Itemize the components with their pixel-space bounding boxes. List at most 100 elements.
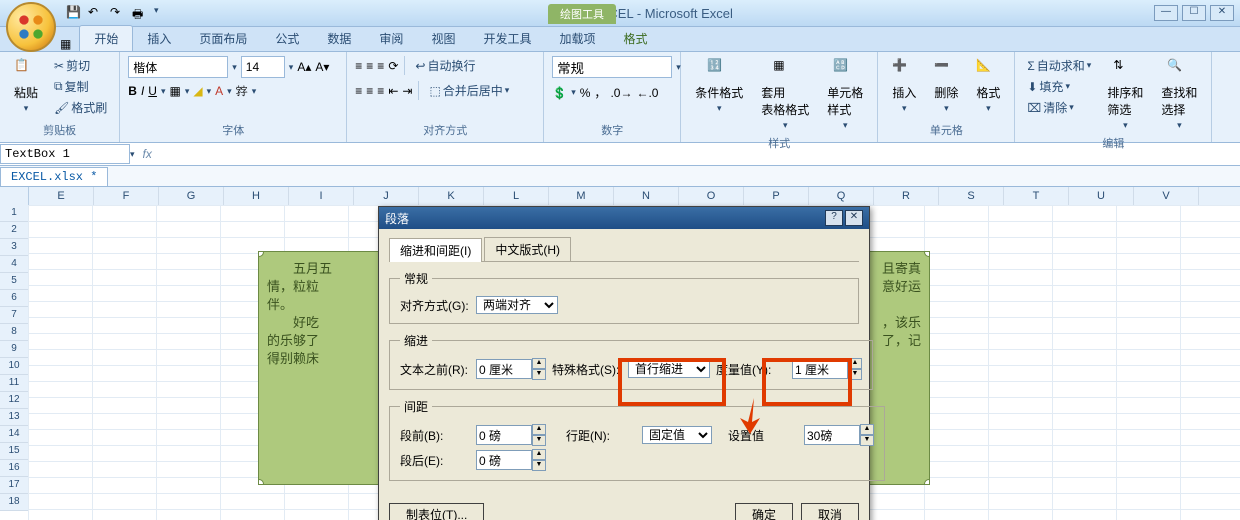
align-top-icon[interactable]: ≡	[355, 59, 362, 73]
spin-down-icon[interactable]: ▼	[532, 369, 546, 380]
resize-handle[interactable]	[258, 251, 264, 257]
dialog-close-button[interactable]: ✕	[845, 210, 863, 226]
row-header[interactable]: 5	[0, 273, 29, 290]
resize-handle[interactable]	[924, 251, 930, 257]
inc-decimal-icon[interactable]: .0→	[610, 86, 632, 100]
dialog-titlebar[interactable]: 段落 ? ✕	[379, 207, 869, 229]
column-header[interactable]: I	[289, 187, 354, 205]
indent-inc-icon[interactable]: ⇥	[402, 84, 412, 98]
clear-button[interactable]: ⌧清除▾	[1023, 98, 1095, 117]
row-header[interactable]: 17	[0, 477, 29, 494]
ribbon-file-icon[interactable]: ▦	[60, 37, 71, 51]
redo-icon[interactable]: ↷	[110, 5, 126, 21]
before-para-input[interactable]	[476, 425, 532, 445]
dialog-help-button[interactable]: ?	[825, 210, 843, 226]
spin-up-icon[interactable]: ▲	[532, 449, 546, 460]
cond-format-button[interactable]: 🔢条件格式▾	[689, 56, 749, 116]
table-format-button[interactable]: ▦套用 表格格式▾	[755, 56, 815, 133]
underline-button[interactable]: U	[148, 84, 157, 98]
column-header[interactable]: M	[549, 187, 614, 205]
row-header[interactable]: 18	[0, 494, 29, 511]
tab-data[interactable]: 数据	[313, 26, 365, 51]
print-icon[interactable]: 🖶	[132, 5, 148, 21]
column-header[interactable]: V	[1134, 187, 1199, 205]
row-header[interactable]: 2	[0, 222, 29, 239]
qat-dropdown-icon[interactable]: ▾	[154, 5, 170, 21]
bold-button[interactable]: B	[128, 84, 137, 98]
row-header[interactable]: 3	[0, 239, 29, 256]
measure-input[interactable]	[792, 359, 848, 379]
spin-up-icon[interactable]: ▲	[532, 424, 546, 435]
tab-chinese-layout[interactable]: 中文版式(H)	[484, 237, 571, 261]
spin-down-icon[interactable]: ▼	[848, 369, 862, 380]
cut-button[interactable]: ✂剪切	[50, 56, 111, 75]
tab-layout[interactable]: 页面布局	[185, 26, 261, 51]
spin-down-icon[interactable]: ▼	[532, 435, 546, 446]
align-right-icon[interactable]: ≡	[377, 84, 384, 98]
column-header[interactable]: P	[744, 187, 809, 205]
fill-button[interactable]: ⬇填充▾	[1023, 77, 1095, 96]
row-header[interactable]: 4	[0, 256, 29, 273]
delete-cells-button[interactable]: ➖删除▾	[928, 56, 964, 116]
column-header[interactable]: Q	[809, 187, 874, 205]
tab-view[interactable]: 视图	[417, 26, 469, 51]
resize-handle[interactable]	[924, 479, 930, 485]
minimize-button[interactable]: —	[1154, 5, 1178, 21]
column-header[interactable]: E	[29, 187, 94, 205]
fx-icon[interactable]: fx	[135, 147, 160, 161]
align-bottom-icon[interactable]: ≡	[377, 59, 384, 73]
maximize-button[interactable]: ☐	[1182, 5, 1206, 21]
name-box[interactable]	[0, 144, 130, 164]
column-header[interactable]: L	[484, 187, 549, 205]
column-header[interactable]: G	[159, 187, 224, 205]
font-size-select[interactable]	[241, 56, 285, 78]
after-para-input[interactable]	[476, 450, 532, 470]
column-header[interactable]: J	[354, 187, 419, 205]
row-header[interactable]: 10	[0, 358, 29, 375]
tab-indent-spacing[interactable]: 缩进和间距(I)	[389, 238, 482, 262]
italic-button[interactable]: I	[141, 84, 144, 98]
dec-decimal-icon[interactable]: ←.0	[636, 86, 658, 100]
save-icon[interactable]: 💾	[66, 5, 82, 21]
row-header[interactable]: 7	[0, 307, 29, 324]
percent-icon[interactable]: %	[580, 86, 591, 100]
insert-cells-button[interactable]: ➕插入▾	[886, 56, 922, 116]
number-format-select[interactable]	[552, 56, 672, 78]
tab-formula[interactable]: 公式	[261, 26, 313, 51]
row-header[interactable]: 16	[0, 460, 29, 477]
spin-down-icon[interactable]: ▼	[860, 435, 874, 446]
row-header[interactable]: 13	[0, 409, 29, 426]
cancel-button[interactable]: 取消	[801, 503, 859, 520]
undo-icon[interactable]: ↶	[88, 5, 104, 21]
alignment-select[interactable]: 两端对齐	[476, 296, 558, 314]
paste-button[interactable]: 📋 粘贴 ▾	[8, 56, 44, 116]
tab-addins[interactable]: 加载项	[545, 26, 609, 51]
row-header[interactable]: 9	[0, 341, 29, 358]
align-center-icon[interactable]: ≡	[366, 84, 373, 98]
row-header[interactable]: 1	[0, 205, 29, 222]
chevron-down-icon[interactable]: ▾	[289, 62, 294, 73]
column-header[interactable]: K	[419, 187, 484, 205]
special-select[interactable]: 首行缩进	[628, 360, 710, 378]
currency-icon[interactable]: 💲	[552, 86, 567, 100]
line-spacing-select[interactable]: 固定值	[642, 426, 712, 444]
column-header[interactable]: F	[94, 187, 159, 205]
column-header[interactable]: S	[939, 187, 1004, 205]
increase-font-icon[interactable]: A▴	[297, 60, 311, 74]
row-header[interactable]: 15	[0, 443, 29, 460]
row-header[interactable]: 8	[0, 324, 29, 341]
merge-button[interactable]: ⬚合并后居中▾	[425, 81, 513, 100]
tabs-button[interactable]: 制表位(T)...	[389, 503, 484, 520]
comma-icon[interactable]: ，	[594, 84, 606, 101]
spin-up-icon[interactable]: ▲	[532, 358, 546, 369]
brush-button[interactable]: 🖌格式刷	[50, 98, 111, 117]
tab-insert[interactable]: 插入	[133, 26, 185, 51]
indent-dec-icon[interactable]: ⇤	[388, 84, 398, 98]
phonetic-icon[interactable]: 𡦂	[236, 84, 248, 98]
workbook-tab[interactable]: EXCEL.xlsx *	[0, 167, 108, 186]
font-name-select[interactable]	[128, 56, 228, 78]
tab-home[interactable]: 开始	[79, 25, 133, 51]
font-color-icon[interactable]: A	[215, 84, 223, 98]
wrap-button[interactable]: ↩自动换行	[411, 56, 479, 75]
border-icon[interactable]: ▦	[169, 84, 180, 98]
